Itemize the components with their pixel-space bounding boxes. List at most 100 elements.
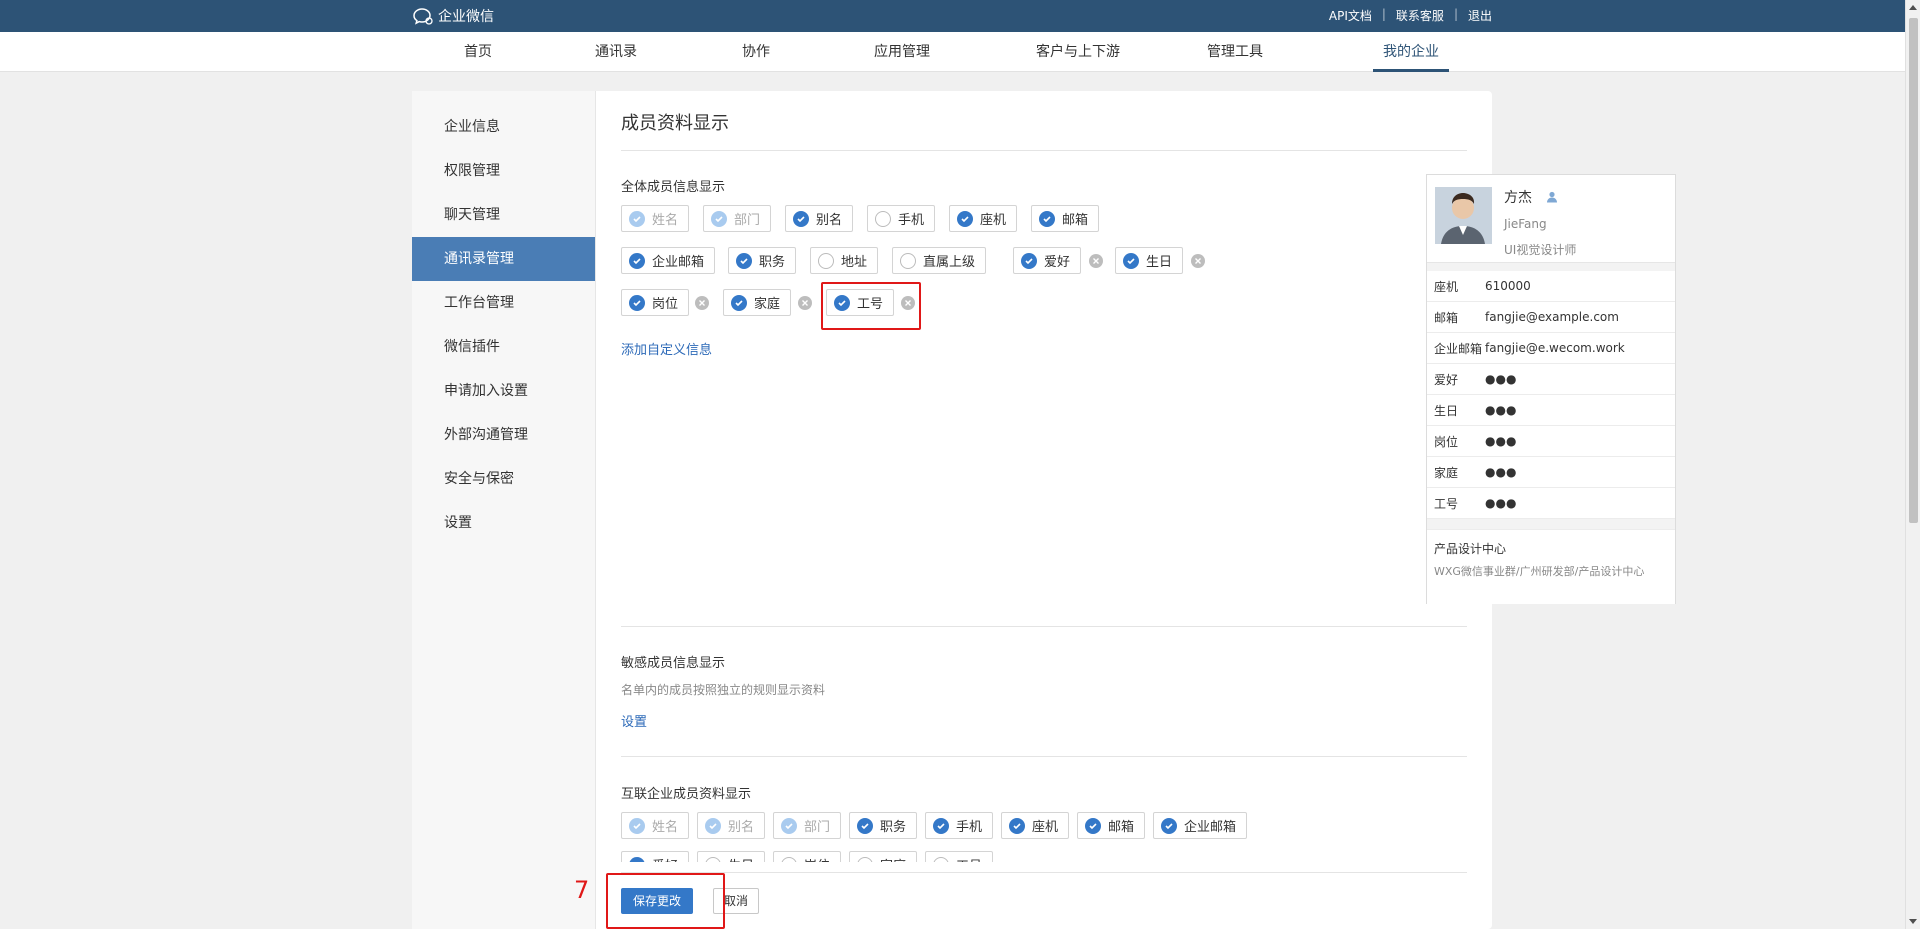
contact-support-link[interactable]: 联系客服: [1396, 7, 1444, 24]
unchecked-circle-icon: [857, 856, 873, 862]
preview-row: 家庭 ●●●: [1427, 457, 1675, 488]
linked-chip-company-email[interactable]: 企业邮箱: [1153, 812, 1248, 839]
preview-row: 邮箱 fangjie@example.com: [1427, 302, 1675, 333]
sidebar-item-settings[interactable]: 设置: [412, 501, 595, 545]
unchecked-circle-icon: [818, 252, 834, 269]
sidebar-item-wechat-plugin[interactable]: 微信插件: [412, 325, 595, 369]
nav-customers[interactable]: 客户与上下游: [1036, 32, 1120, 72]
chip-post[interactable]: 岗位: [621, 289, 690, 316]
preview-department: 产品设计中心 WXG微信事业群/广州研发部/产品设计中心: [1427, 529, 1675, 604]
chip-birthday[interactable]: 生日: [1115, 247, 1184, 274]
chip-email[interactable]: 邮箱: [1031, 205, 1100, 232]
linked-chip-title[interactable]: 职务: [849, 812, 918, 839]
preview-row: 岗位 ●●●: [1427, 426, 1675, 457]
divider: [621, 150, 1467, 151]
chip-mobile[interactable]: 手机: [867, 205, 936, 232]
linked-chip-landline[interactable]: 座机: [1001, 812, 1070, 839]
chip-address[interactable]: 地址: [810, 247, 879, 274]
linked-chip-name: 姓名: [621, 812, 690, 839]
chip-family[interactable]: 家庭: [723, 289, 792, 316]
nav-my-company-label: 我的企业: [1383, 44, 1439, 60]
sidebar-item-security[interactable]: 安全与保密: [412, 457, 595, 501]
unchecked-circle-icon: [875, 210, 891, 227]
sidebar-item-contacts-mgmt[interactable]: 通讯录管理: [412, 237, 595, 281]
main-nav: 首页 通讯录 协作 应用管理 客户与上下游 管理工具 我的企业: [0, 32, 1920, 72]
page-scrollbar[interactable]: [1905, 0, 1920, 929]
chip-department: 部门: [703, 205, 772, 232]
remove-post-icon[interactable]: [695, 296, 709, 310]
linked-chip-email[interactable]: 邮箱: [1077, 812, 1146, 839]
sidebar-item-company-info[interactable]: 企业信息: [412, 105, 595, 149]
chip-title[interactable]: 职务: [728, 247, 797, 274]
check-icon: [957, 210, 973, 227]
check-icon: [736, 252, 752, 269]
preview-row: 座机 610000: [1427, 271, 1675, 302]
check-icon: [1123, 252, 1139, 269]
chip-landline[interactable]: 座机: [949, 205, 1018, 232]
linked-chip-mobile[interactable]: 手机: [925, 812, 994, 839]
sensitive-settings-link[interactable]: 设置: [621, 711, 647, 730]
linked-chip-employee-id[interactable]: 工号: [925, 851, 994, 862]
divider: [621, 756, 1467, 757]
sidebar-item-join-settings[interactable]: 申请加入设置: [412, 369, 595, 413]
check-icon: [629, 856, 645, 862]
chip-alias[interactable]: 别名: [785, 205, 854, 232]
main-card: 企业信息 权限管理 聊天管理 通讯录管理 工作台管理 微信插件 申请加入设置 外…: [412, 91, 1676, 929]
check-icon: [857, 817, 873, 834]
nav-contacts[interactable]: 通讯录: [595, 32, 637, 72]
logout-link[interactable]: 退出: [1468, 7, 1492, 24]
nav-tools[interactable]: 管理工具: [1207, 32, 1263, 72]
content-area: 成员资料显示 全体成员信息显示 姓名 部门 别名 手机 座机 邮箱 企业邮箱 职…: [574, 91, 1676, 929]
check-icon: [1009, 817, 1025, 834]
linked-chip-department: 部门: [773, 812, 842, 839]
nav-my-company[interactable]: 我的企业: [1373, 32, 1449, 72]
nav-home[interactable]: 首页: [464, 32, 492, 72]
scrollbar-thumb[interactable]: [1909, 18, 1918, 523]
check-icon: [793, 210, 809, 227]
remove-birthday-icon[interactable]: [1191, 254, 1205, 268]
check-icon: [1085, 817, 1101, 834]
linked-chip-post[interactable]: 岗位: [773, 851, 842, 862]
remove-hobby-icon[interactable]: [1089, 254, 1103, 268]
preview-row: 爱好 ●●●: [1427, 364, 1675, 395]
logo-text: 企业微信: [438, 9, 494, 25]
chip-hobby[interactable]: 爱好: [1013, 247, 1082, 274]
nav-apps[interactable]: 应用管理: [874, 32, 930, 72]
page-title: 成员资料显示: [621, 113, 729, 134]
nav-collab[interactable]: 协作: [742, 32, 770, 72]
linked-chip-alias: 别名: [697, 812, 766, 839]
top-links: API文档 | 联系客服 | 退出: [1329, 7, 1492, 24]
check-icon: [629, 210, 645, 227]
check-icon: [629, 817, 645, 834]
remove-family-icon[interactable]: [798, 296, 812, 310]
check-icon: [629, 294, 645, 311]
unchecked-circle-icon: [900, 252, 916, 269]
chip-company-email[interactable]: 企业邮箱: [621, 247, 716, 274]
preview-dept-path: WXG微信事业群/广州研发部/产品设计中心: [1434, 565, 1645, 578]
check-icon: [705, 817, 721, 834]
add-custom-info-link[interactable]: 添加自定义信息: [621, 339, 712, 358]
divider: [621, 626, 1467, 627]
sensitive-desc: 名单内的成员按照独立的规则显示资料: [621, 683, 826, 697]
linked-chip-hobby[interactable]: 爱好: [621, 851, 690, 862]
check-icon: [933, 817, 949, 834]
linked-chip-birthday[interactable]: 生日: [697, 851, 766, 862]
scroll-up-icon[interactable]: [1909, 5, 1917, 10]
linked-row2-clip: 爱好 生日 岗位 家庭 工号: [621, 851, 1467, 862]
linked-chip-family[interactable]: 家庭: [849, 851, 918, 862]
api-docs-link[interactable]: API文档: [1329, 7, 1372, 24]
active-tab-underline: [1373, 69, 1449, 72]
check-icon: [629, 252, 645, 269]
preview-dept-name: 产品设计中心: [1434, 542, 1507, 556]
linked-label: 互联企业成员资料显示: [621, 787, 752, 802]
sidebar-item-permissions[interactable]: 权限管理: [412, 149, 595, 193]
unchecked-circle-icon: [781, 856, 797, 862]
chip-direct-supervisor[interactable]: 直属上级: [892, 247, 987, 274]
scroll-down-icon[interactable]: [1909, 919, 1917, 924]
app-logo[interactable]: 企业微信: [412, 6, 494, 26]
sidebar-item-external[interactable]: 外部沟通管理: [412, 413, 595, 457]
sidebar-item-workbench[interactable]: 工作台管理: [412, 281, 595, 325]
step-number: 7: [574, 876, 590, 904]
sidebar-item-chat[interactable]: 聊天管理: [412, 193, 595, 237]
